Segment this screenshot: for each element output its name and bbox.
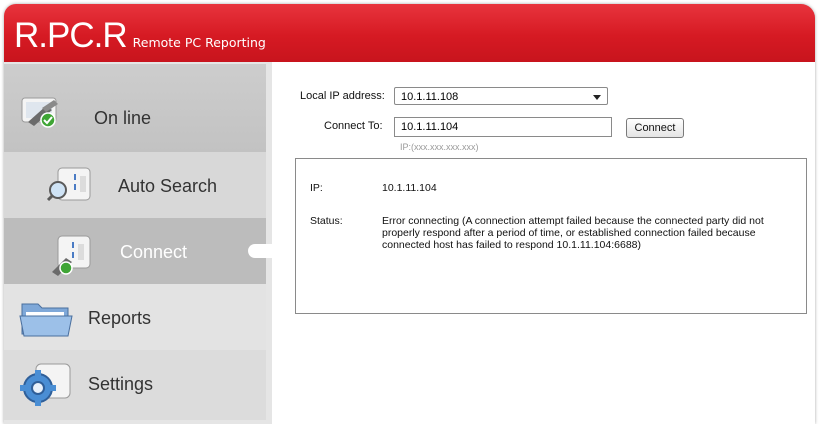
title-bar: R.PC.R Remote PC Reporting [4, 4, 815, 62]
online-pc-icon [18, 88, 66, 135]
status-label: Status: [310, 215, 343, 227]
connect-to-input[interactable]: 10.1.11.104 [394, 117, 612, 137]
status-message: Error connecting (A connection attempt f… [382, 215, 764, 251]
status-ip-label: IP: [310, 182, 323, 194]
gear-icon [18, 358, 74, 411]
app-window: R.PC.R Remote PC Reporting On line Auto … [4, 4, 815, 424]
ip-format-hint: IP:(xxx.xxx.xxx.xxx) [400, 142, 479, 152]
local-ip-value: 10.1.11.108 [401, 91, 459, 103]
status-ip-value: 10.1.11.104 [382, 182, 437, 194]
selected-indicator [248, 244, 274, 258]
sidebar-item-label: Reports [88, 308, 152, 328]
sidebar-item-auto-search[interactable]: Auto Search [4, 152, 266, 218]
search-pc-icon [44, 162, 96, 211]
connect-pc-icon [50, 230, 100, 281]
chevron-down-icon [593, 95, 601, 100]
logo-subtitle: Remote PC Reporting [132, 35, 266, 50]
logo-main-text: R.PC.R [14, 16, 128, 55]
connect-button[interactable]: Connect [626, 118, 684, 138]
app-logo: R.PC.R Remote PC Reporting [14, 16, 266, 63]
sidebar-item-reports[interactable]: Reports [4, 284, 266, 350]
sidebar-item-label: On line [94, 108, 152, 128]
local-ip-select[interactable]: 10.1.11.108 [394, 87, 608, 105]
sidebar-item-label: Auto Search [118, 176, 218, 196]
status-panel: IP: 10.1.11.104 Status: Error connecting… [295, 158, 807, 314]
folder-icon [18, 294, 74, 345]
local-ip-label: Local IP address: [300, 90, 385, 102]
main-content: Local IP address: 10.1.11.108 Connect To… [272, 62, 815, 424]
connect-to-label: Connect To: [324, 120, 383, 132]
sidebar-item-label: Settings [88, 374, 154, 394]
sidebar-item-label: Connect [120, 242, 188, 262]
sidebar: On line Auto Search Connect Reports Sett… [4, 62, 274, 424]
sidebar-item-connect[interactable]: Connect [4, 218, 274, 284]
sidebar-item-settings[interactable]: Settings [4, 350, 266, 420]
